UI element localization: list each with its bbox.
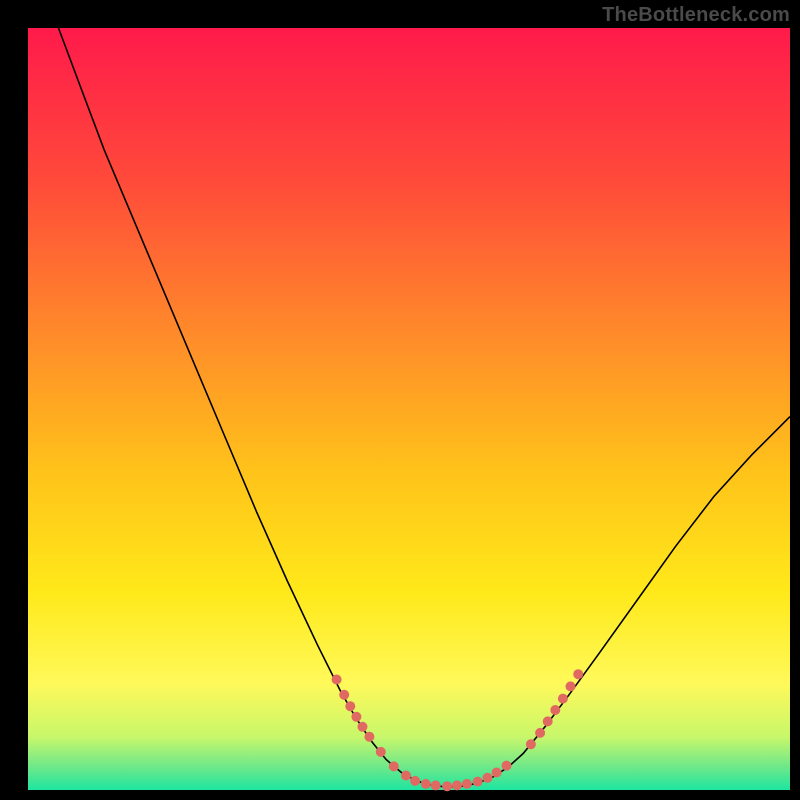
marker-dot xyxy=(492,768,502,778)
marker-dot xyxy=(431,780,441,790)
marker-dot xyxy=(364,732,374,742)
marker-dot xyxy=(421,779,431,789)
marker-dot xyxy=(502,761,512,771)
marker-dot xyxy=(351,712,361,722)
marker-dot xyxy=(389,761,399,771)
marker-dot xyxy=(543,716,553,726)
marker-dot xyxy=(462,779,472,789)
marker-dot xyxy=(483,773,493,783)
marker-dot xyxy=(573,669,583,679)
marker-dot xyxy=(358,722,368,732)
marker-dot xyxy=(332,675,342,685)
marker-dot xyxy=(473,777,483,787)
plot-background xyxy=(28,28,790,790)
marker-dot xyxy=(410,776,420,786)
marker-dot xyxy=(566,681,576,691)
marker-dot xyxy=(376,747,386,757)
bottleneck-chart xyxy=(0,0,800,800)
marker-dot xyxy=(550,705,560,715)
watermark-text: TheBottleneck.com xyxy=(602,4,790,27)
marker-dot xyxy=(535,728,545,738)
marker-dot xyxy=(401,771,411,781)
chart-container: TheBottleneck.com xyxy=(0,0,800,800)
marker-dot xyxy=(442,781,452,791)
marker-dot xyxy=(339,690,349,700)
marker-dot xyxy=(526,739,536,749)
marker-dot xyxy=(558,694,568,704)
marker-dot xyxy=(452,780,462,790)
marker-dot xyxy=(345,701,355,711)
